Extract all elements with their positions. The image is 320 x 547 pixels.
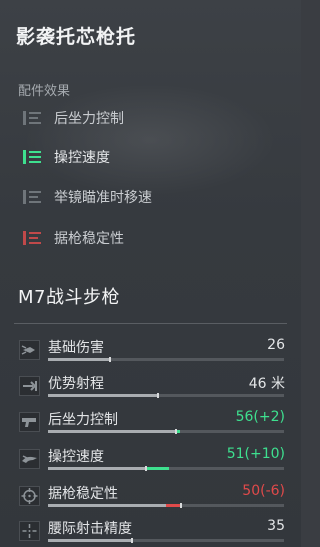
- stat-bar-fill: [48, 539, 131, 542]
- effect-item-stability: 据枪稳定性: [22, 226, 124, 250]
- stat-bars-down-icon: [22, 229, 44, 247]
- stat-bar-decrease: [166, 504, 180, 507]
- effect-item-ads-speed: 举镜瞄准时移速: [22, 185, 152, 209]
- stat-row-stability: 据枪稳定性 50(-6): [14, 480, 287, 516]
- divider: [14, 323, 287, 324]
- stat-bar: [48, 503, 284, 508]
- stat-name: 据枪稳定性: [48, 486, 118, 502]
- stat-name: 基础伤害: [48, 340, 104, 356]
- stat-bar-base-marker: [180, 503, 182, 508]
- hipfire-dots-icon: [19, 521, 40, 541]
- stat-value: 51(+10): [226, 446, 285, 462]
- stat-bar: [48, 538, 284, 543]
- stat-bar-fill: [48, 467, 145, 470]
- stat-bar-increase: [145, 467, 169, 470]
- handling-hand-icon: [19, 449, 40, 469]
- effect-item-recoil: 后坐力控制: [22, 106, 124, 130]
- stat-row-recoil: 后坐力控制 56(+2): [14, 406, 287, 442]
- stat-name: 后坐力控制: [48, 412, 118, 428]
- effect-label: 操控速度: [54, 150, 110, 166]
- stat-bar: [48, 466, 284, 471]
- stat-value: 35: [267, 518, 285, 534]
- stat-row-range: 优势射程 46 米: [14, 370, 287, 406]
- stat-bar-fill: [48, 394, 157, 397]
- effect-label: 据枪稳定性: [54, 231, 124, 247]
- stat-bars-up-icon: [22, 148, 44, 166]
- stat-bar-base-marker: [157, 393, 159, 398]
- stat-bar-fill: [48, 504, 166, 507]
- stat-bar-fill: [48, 430, 175, 433]
- effects-section-label: 配件效果: [18, 84, 71, 99]
- stat-bar-base-marker: [145, 466, 147, 471]
- range-arrow-icon: [19, 376, 40, 396]
- stat-bar: [48, 393, 284, 398]
- stat-bar-base-marker: [175, 429, 177, 434]
- stat-name: 腰际射击精度: [48, 521, 132, 537]
- stat-row-handling: 操控速度 51(+10): [14, 443, 287, 479]
- stat-bar: [48, 357, 284, 362]
- weapon-name: M7战斗步枪: [18, 287, 120, 308]
- stat-value: 46 米: [248, 376, 285, 392]
- bullet-damage-icon: [19, 340, 40, 360]
- stat-value: 50(-6): [242, 483, 285, 499]
- stat-name: 操控速度: [48, 449, 104, 465]
- stat-bar-base-marker: [109, 357, 111, 362]
- stat-row-damage: 基础伤害 26: [14, 334, 287, 370]
- crosshair-icon: [19, 486, 40, 506]
- effect-label: 后坐力控制: [54, 111, 124, 127]
- stat-bar-fill: [48, 358, 109, 361]
- attachment-title: 影袭托芯枪托: [16, 26, 137, 48]
- stat-row-hipfire: 腰际射击精度 35: [14, 515, 287, 547]
- effect-label: 举镜瞄准时移速: [54, 190, 152, 206]
- stat-value: 26: [267, 337, 285, 353]
- pistol-recoil-icon: [19, 412, 40, 432]
- stat-bar-base-marker: [131, 538, 133, 543]
- stat-bars-icon: [22, 109, 44, 127]
- stat-name: 优势射程: [48, 376, 104, 392]
- stat-bars-icon: [22, 188, 44, 206]
- stat-bar: [48, 429, 284, 434]
- effect-item-handling: 操控速度: [22, 145, 110, 169]
- stat-value: 56(+2): [235, 409, 285, 425]
- attachment-detail-panel: 影袭托芯枪托 配件效果 后坐力控制 操控速度 举镜瞄准时移速 据枪稳定性 M7战…: [0, 0, 301, 547]
